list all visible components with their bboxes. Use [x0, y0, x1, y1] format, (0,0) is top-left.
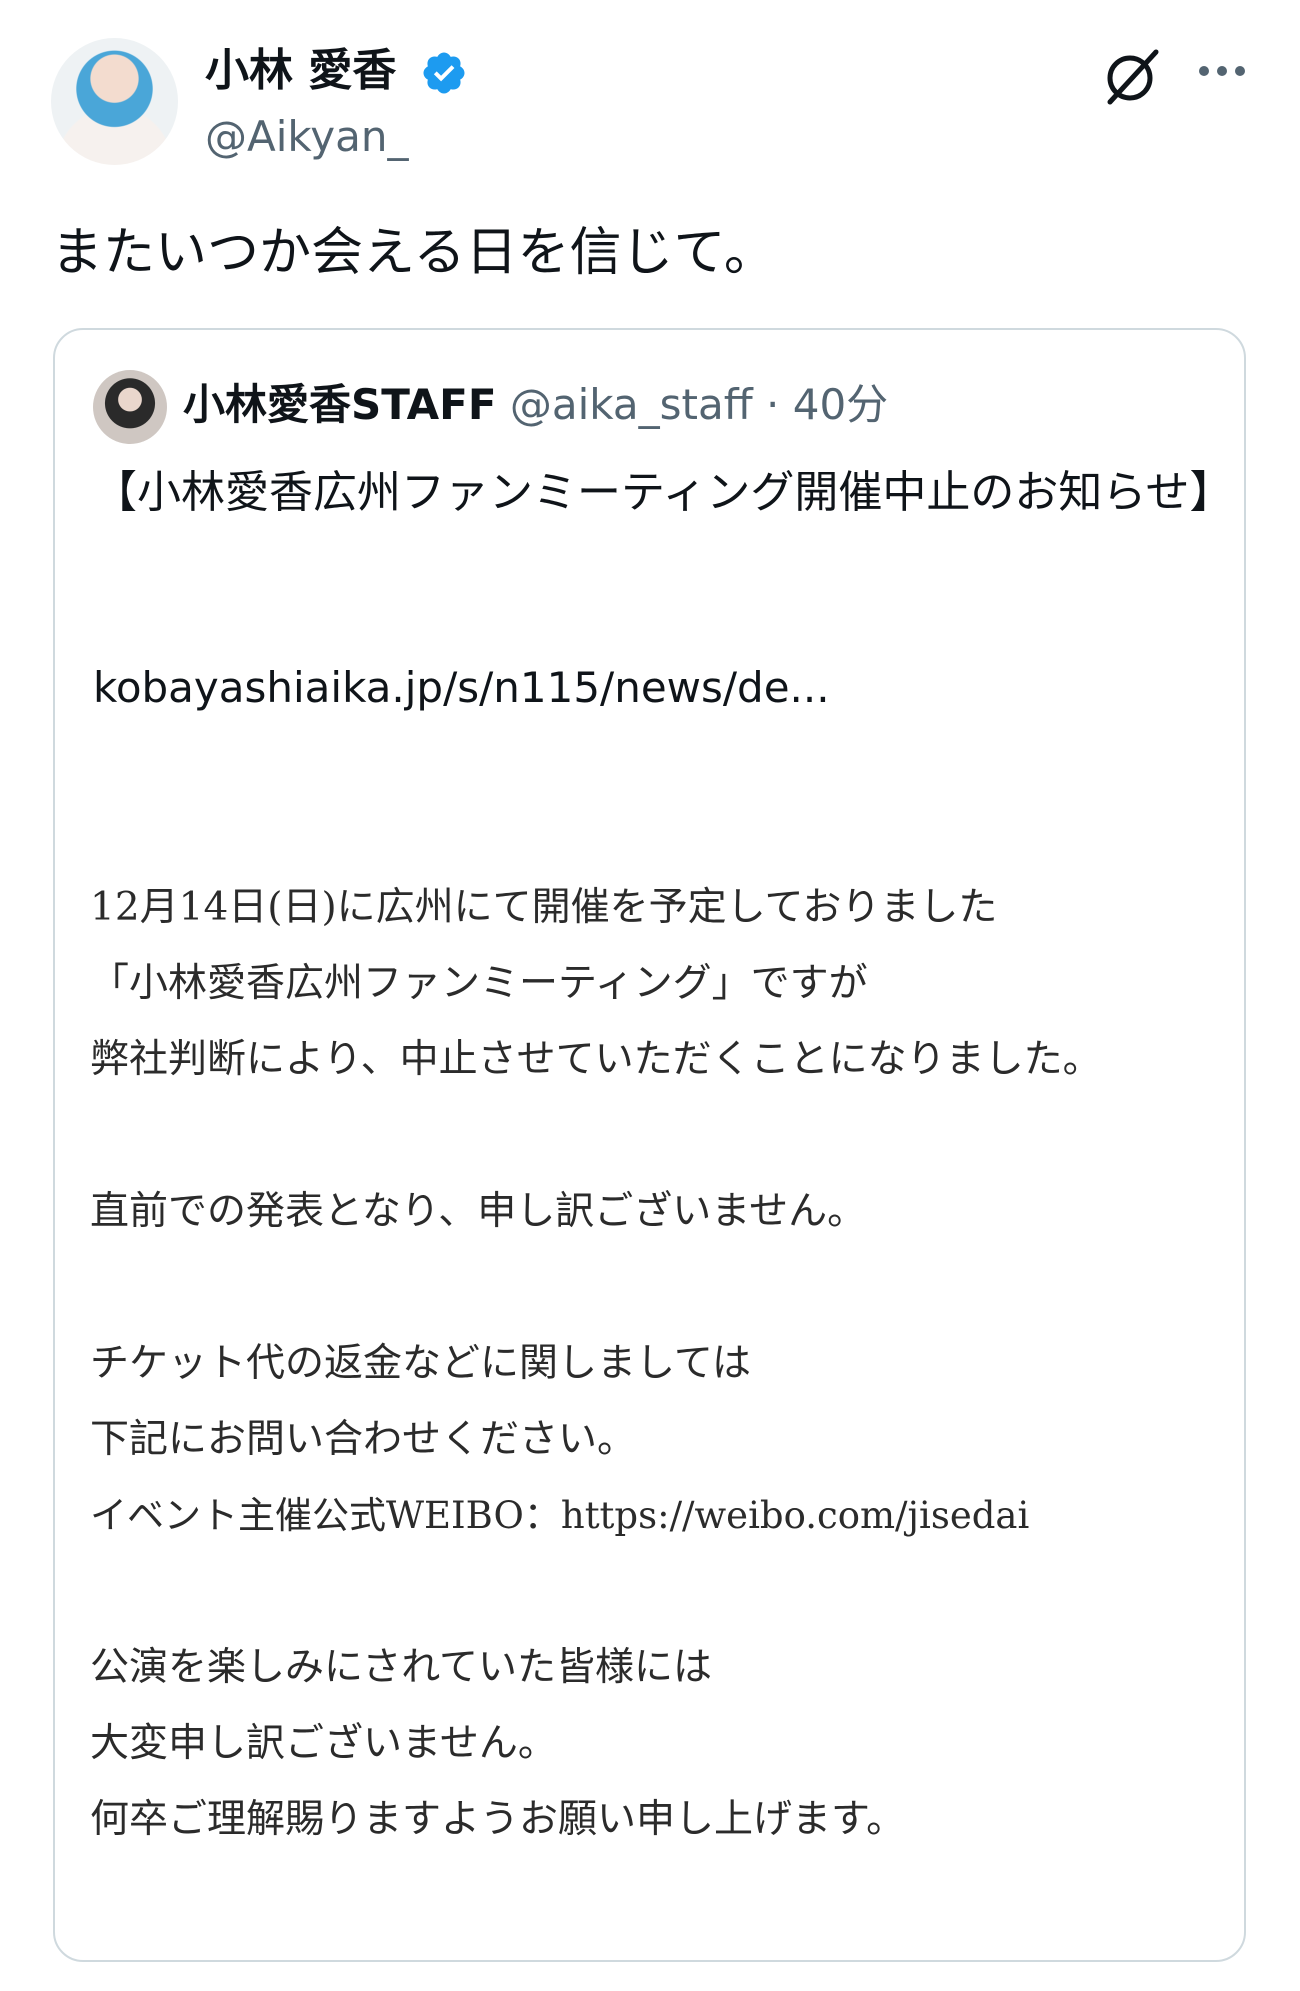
quoted-tweet-time[interactable]: 40分	[793, 380, 888, 429]
notice-line: チケット代の返金などに関しましては	[90, 1341, 752, 1386]
notice-line: 直前での発表となり、申し訳ございません。	[90, 1189, 867, 1234]
notice-line: 弊社判断により、中止させていただくことになりました。	[90, 1037, 1102, 1082]
notice-line: 下記にお問い合わせください。	[90, 1417, 637, 1462]
author-handle[interactable]: @Aikyan_	[205, 110, 408, 164]
notice-line: 12月14日(日)に広州にて開催を予定しておりました	[90, 885, 998, 930]
quoted-author-name[interactable]: 小林愛香STAFF	[183, 380, 497, 429]
verified-badge-icon	[423, 52, 465, 94]
quoted-author-handle[interactable]: @aika_staff	[510, 380, 753, 429]
notice-spacer	[90, 1098, 1220, 1174]
quoted-tweet-header: 小林愛香STAFF @aika_staff · 40分	[183, 377, 888, 433]
notice-line: 何卒ご理解賜りますようお願い申し上げます。	[90, 1797, 906, 1842]
notice-line: 大変申し訳ございません。	[90, 1721, 557, 1766]
notice-spacer	[90, 1554, 1220, 1630]
quoted-tweet-title: 【小林愛香広州ファンミーティング開催中止のお知らせ】	[93, 467, 1234, 518]
author-avatar[interactable]	[51, 38, 178, 165]
meta-separator: ·	[766, 380, 780, 429]
more-options-icon[interactable]	[1196, 56, 1248, 86]
notice-image: 12月14日(日)に広州にて開催を予定しておりました 「小林愛香広州ファンミーテ…	[90, 870, 1220, 1858]
quoted-tweet-link[interactable]: kobayashiaika.jp/s/n115/news/de...	[93, 660, 830, 716]
grok-icon[interactable]	[1100, 44, 1164, 108]
notice-line: イベント主催公式WEIBO：https://weibo.com/jisedai	[90, 1494, 1030, 1537]
notice-line: 「小林愛香広州ファンミーティング」ですが	[90, 961, 868, 1006]
notice-spacer	[90, 1250, 1220, 1326]
author-display-name[interactable]: 小林 愛香	[205, 42, 396, 100]
quoted-author-avatar[interactable]	[93, 370, 167, 444]
tweet-text: またいつか会える日を信じて。	[51, 223, 776, 283]
notice-line: 公演を楽しみにされていた皆様には	[90, 1645, 713, 1690]
